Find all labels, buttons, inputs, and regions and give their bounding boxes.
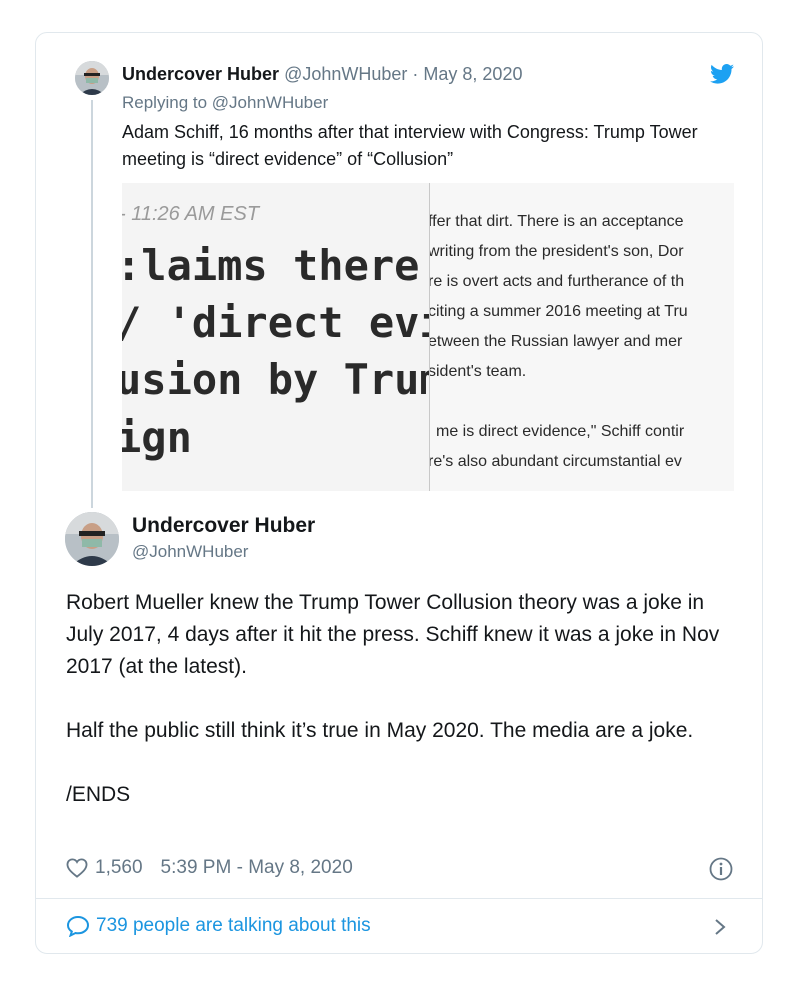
media-timestamp: - 11:26 AM EST	[122, 203, 260, 225]
footer-divider	[36, 898, 762, 899]
tweet-meta: 1,560 5:39 PM - May 8, 2020	[66, 857, 353, 879]
media-article-line: etween the Russian lawyer and mer	[430, 333, 683, 350]
replying-to-label[interactable]: Replying to @JohnWHuber	[122, 93, 328, 113]
talking-about-link[interactable]: 739 people are talking about this	[66, 915, 371, 937]
thread-line	[91, 100, 93, 508]
tweet-paragraph: Robert Mueller knew the Trump Tower Coll…	[66, 591, 720, 678]
tweet-paragraph: Half the public still think it’s true in…	[66, 719, 694, 742]
speech-bubble-icon	[66, 915, 90, 937]
reply-avatar[interactable]	[75, 61, 109, 95]
main-tweet-text: Robert Mueller knew the Trump Tower Coll…	[66, 587, 746, 811]
media-article-line: sident's team.	[430, 363, 527, 380]
reply-author-name[interactable]: Undercover Huber	[122, 64, 279, 84]
heart-icon[interactable]	[66, 858, 88, 878]
main-avatar[interactable]	[65, 512, 119, 566]
media-article-line: re is overt acts and furtherance of th	[430, 273, 685, 290]
chevron-right-icon[interactable]	[713, 917, 727, 937]
media-headline-line: / 'direct evide	[122, 298, 429, 347]
media-article-line: citing a summer 2016 meeting at Tru	[430, 303, 688, 320]
reply-author-handle[interactable]: @JohnWHuber	[284, 64, 407, 84]
media-article-line: ffer that dirt. There is an acceptance	[430, 213, 684, 230]
main-author-handle[interactable]: @JohnWHuber	[132, 542, 248, 562]
reply-header: Undercover Huber @JohnWHuber · May 8, 20…	[122, 64, 522, 85]
media-article-panel: ffer that dirt. There is an acceptance w…	[430, 183, 734, 491]
info-icon[interactable]	[709, 857, 733, 881]
tweet-media-image[interactable]: - 11:26 AM EST :laims there's / 'direct …	[122, 183, 734, 491]
reply-date[interactable]: · May 8, 2020	[412, 64, 522, 84]
media-article-line: writing from the president's son, Dor	[430, 243, 684, 260]
talking-about-label: 739 people are talking about this	[96, 915, 371, 936]
main-author-name[interactable]: Undercover Huber	[132, 514, 315, 538]
tweet-paragraph: /ENDS	[66, 783, 131, 806]
media-headline-panel: - 11:26 AM EST :laims there's / 'direct …	[122, 183, 429, 491]
media-headline-line: usion by Trum	[122, 355, 429, 404]
media-article-line: re's also abundant circumstantial ev	[430, 453, 682, 470]
like-count[interactable]: 1,560	[95, 857, 143, 879]
reply-tweet-text: Adam Schiff, 16 months after that interv…	[122, 122, 698, 169]
twitter-bird-icon[interactable]	[710, 64, 734, 84]
media-headline-line: ign	[122, 413, 192, 462]
media-headline-line: :laims there's	[122, 241, 429, 290]
media-article-line: me is direct evidence," Schiff contir	[436, 423, 685, 440]
tweet-timestamp[interactable]: 5:39 PM - May 8, 2020	[161, 857, 353, 879]
